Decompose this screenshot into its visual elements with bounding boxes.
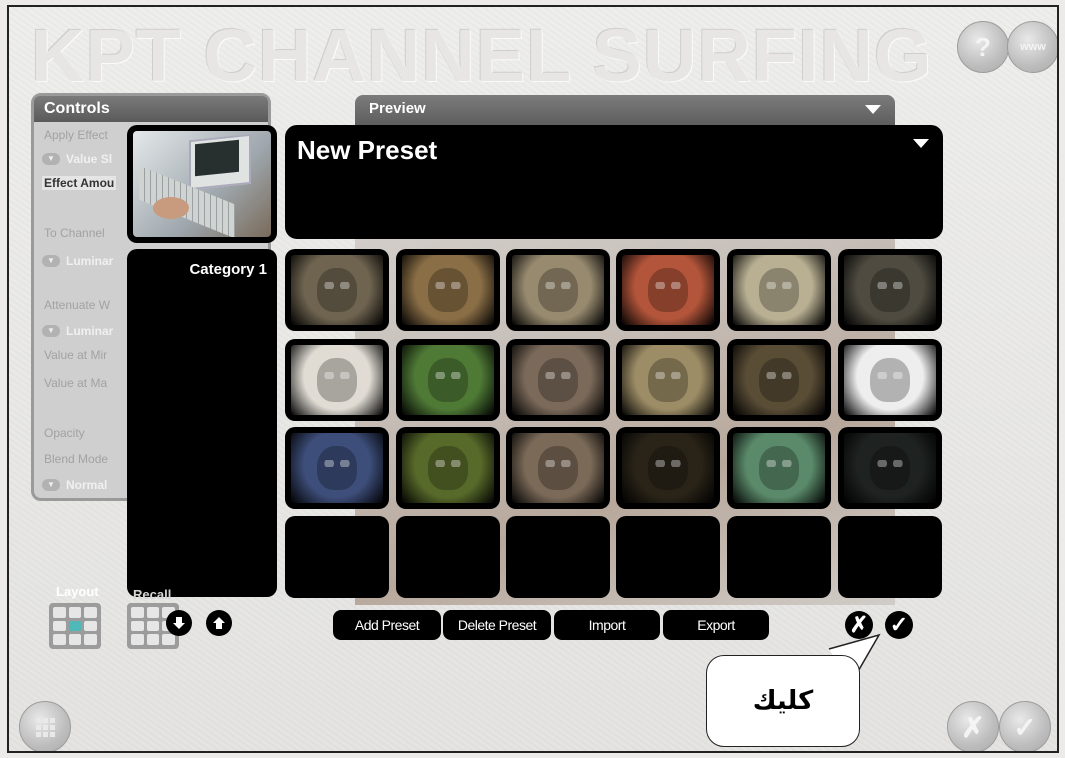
preset-thumbnail (622, 255, 714, 325)
add-preset-button[interactable]: Add Preset (333, 610, 441, 640)
preset-thumbnail (291, 433, 383, 503)
app-cancel-button[interactable]: ✗ (947, 701, 999, 751)
preset-cell[interactable] (838, 427, 942, 509)
app-window: KPT CHANNEL SURFING ? www Controls Apply… (7, 5, 1059, 753)
cancel-button[interactable]: ✗ (845, 611, 873, 639)
layout-grid-icon[interactable] (49, 603, 101, 649)
screen-shape (195, 139, 239, 177)
preset-cell[interactable] (838, 516, 942, 598)
preset-cell[interactable] (506, 516, 610, 598)
preset-thumbnail (622, 433, 714, 503)
recall-label: Recall (133, 587, 172, 602)
preset-cell[interactable] (396, 249, 500, 331)
chevron-down-icon: ▼ (42, 325, 60, 337)
preset-cell[interactable] (838, 249, 942, 331)
attenuate-label: Attenuate W (44, 298, 111, 312)
chevron-down-icon: ▼ (42, 255, 60, 267)
preset-cell[interactable] (616, 516, 720, 598)
apply-effect-label: Apply Effect (44, 128, 108, 142)
preset-cell[interactable] (285, 427, 389, 509)
preset-thumbnail (512, 255, 604, 325)
preset-cell[interactable] (506, 427, 610, 509)
chevron-down-icon: ▼ (42, 153, 60, 165)
preset-thumbnail (512, 345, 604, 415)
layout-label: Layout (56, 584, 99, 599)
help-button[interactable]: ? (957, 21, 1009, 73)
grid-menu-button[interactable] (19, 701, 71, 751)
export-button[interactable]: Export (663, 610, 769, 640)
to-channel-dropdown[interactable]: ▼ Luminar (42, 254, 113, 268)
preset-thumbnail (844, 345, 936, 415)
value-select-dropdown[interactable]: ▼ Value Sl (42, 152, 112, 166)
chevron-down-icon[interactable] (865, 105, 881, 114)
preset-cell[interactable] (396, 339, 500, 421)
category-list: Category 1 (127, 249, 277, 597)
preset-thumbnail (512, 433, 604, 503)
chevron-down-icon[interactable] (913, 139, 929, 148)
preset-name-field[interactable]: New Preset (285, 125, 943, 239)
preset-cell[interactable] (285, 249, 389, 331)
preset-cell[interactable] (838, 339, 942, 421)
delete-preset-button[interactable]: Delete Preset (443, 610, 551, 640)
preset-cell[interactable] (727, 516, 831, 598)
preset-thumbnail (291, 345, 383, 415)
preview-header: Preview (355, 95, 895, 125)
preset-category-thumbnail (127, 125, 277, 243)
hand-shape (153, 197, 189, 219)
value-max-slider[interactable]: Value at Ma (44, 376, 107, 390)
preset-cell[interactable] (616, 249, 720, 331)
preset-thumbnail (402, 255, 494, 325)
computer-image (133, 131, 271, 237)
preset-cell[interactable] (616, 427, 720, 509)
arrow-down-icon (173, 617, 185, 629)
grid-icon (36, 718, 55, 737)
app-title: KPT CHANNEL SURFING (31, 14, 933, 97)
preset-thumbnail (733, 345, 825, 415)
preset-cell[interactable] (506, 249, 610, 331)
preset-thumbnail (844, 433, 936, 503)
preset-thumbnail (622, 345, 714, 415)
preset-thumbnail (733, 255, 825, 325)
preset-cell[interactable] (285, 516, 389, 598)
preset-cell[interactable] (727, 249, 831, 331)
app-ok-button[interactable]: ✓ (999, 701, 1051, 751)
chevron-down-icon: ▼ (42, 479, 60, 491)
blend-mode-dropdown[interactable]: ▼ Normal (42, 478, 107, 492)
ok-button[interactable]: ✓ (885, 611, 913, 639)
blend-mode-label: Blend Mode (44, 452, 109, 466)
move-up-button[interactable] (206, 610, 232, 636)
preset-thumbnail (402, 433, 494, 503)
preset-cell[interactable] (285, 339, 389, 421)
import-button[interactable]: Import (554, 610, 660, 640)
value-min-slider[interactable]: Value at Mir (44, 348, 107, 362)
preset-cell[interactable] (727, 427, 831, 509)
preset-cell[interactable] (396, 516, 500, 598)
check-icon: ✓ (1013, 711, 1037, 743)
move-down-button[interactable] (166, 610, 192, 636)
opacity-slider[interactable]: Opacity (44, 426, 85, 440)
preset-thumbnail (733, 433, 825, 503)
preset-cell[interactable] (727, 339, 831, 421)
preset-cell[interactable] (506, 339, 610, 421)
preset-cell[interactable] (616, 339, 720, 421)
controls-header: Controls (34, 96, 268, 122)
category-item[interactable]: Category 1 (189, 261, 267, 278)
preset-name: New Preset (297, 135, 438, 165)
callout-bubble: كليك (706, 655, 860, 747)
to-channel-label: To Channel (44, 226, 105, 240)
preset-thumbnail (291, 255, 383, 325)
preset-thumbnail (402, 345, 494, 415)
www-button[interactable]: www (1007, 21, 1057, 73)
attenuate-dropdown[interactable]: ▼ Luminar (42, 324, 113, 338)
arrow-up-icon (213, 617, 225, 629)
close-icon: ✗ (961, 711, 985, 743)
preset-thumbnail (844, 255, 936, 325)
effect-amount-slider[interactable]: Effect Amou (42, 176, 117, 190)
preset-cell[interactable] (396, 427, 500, 509)
